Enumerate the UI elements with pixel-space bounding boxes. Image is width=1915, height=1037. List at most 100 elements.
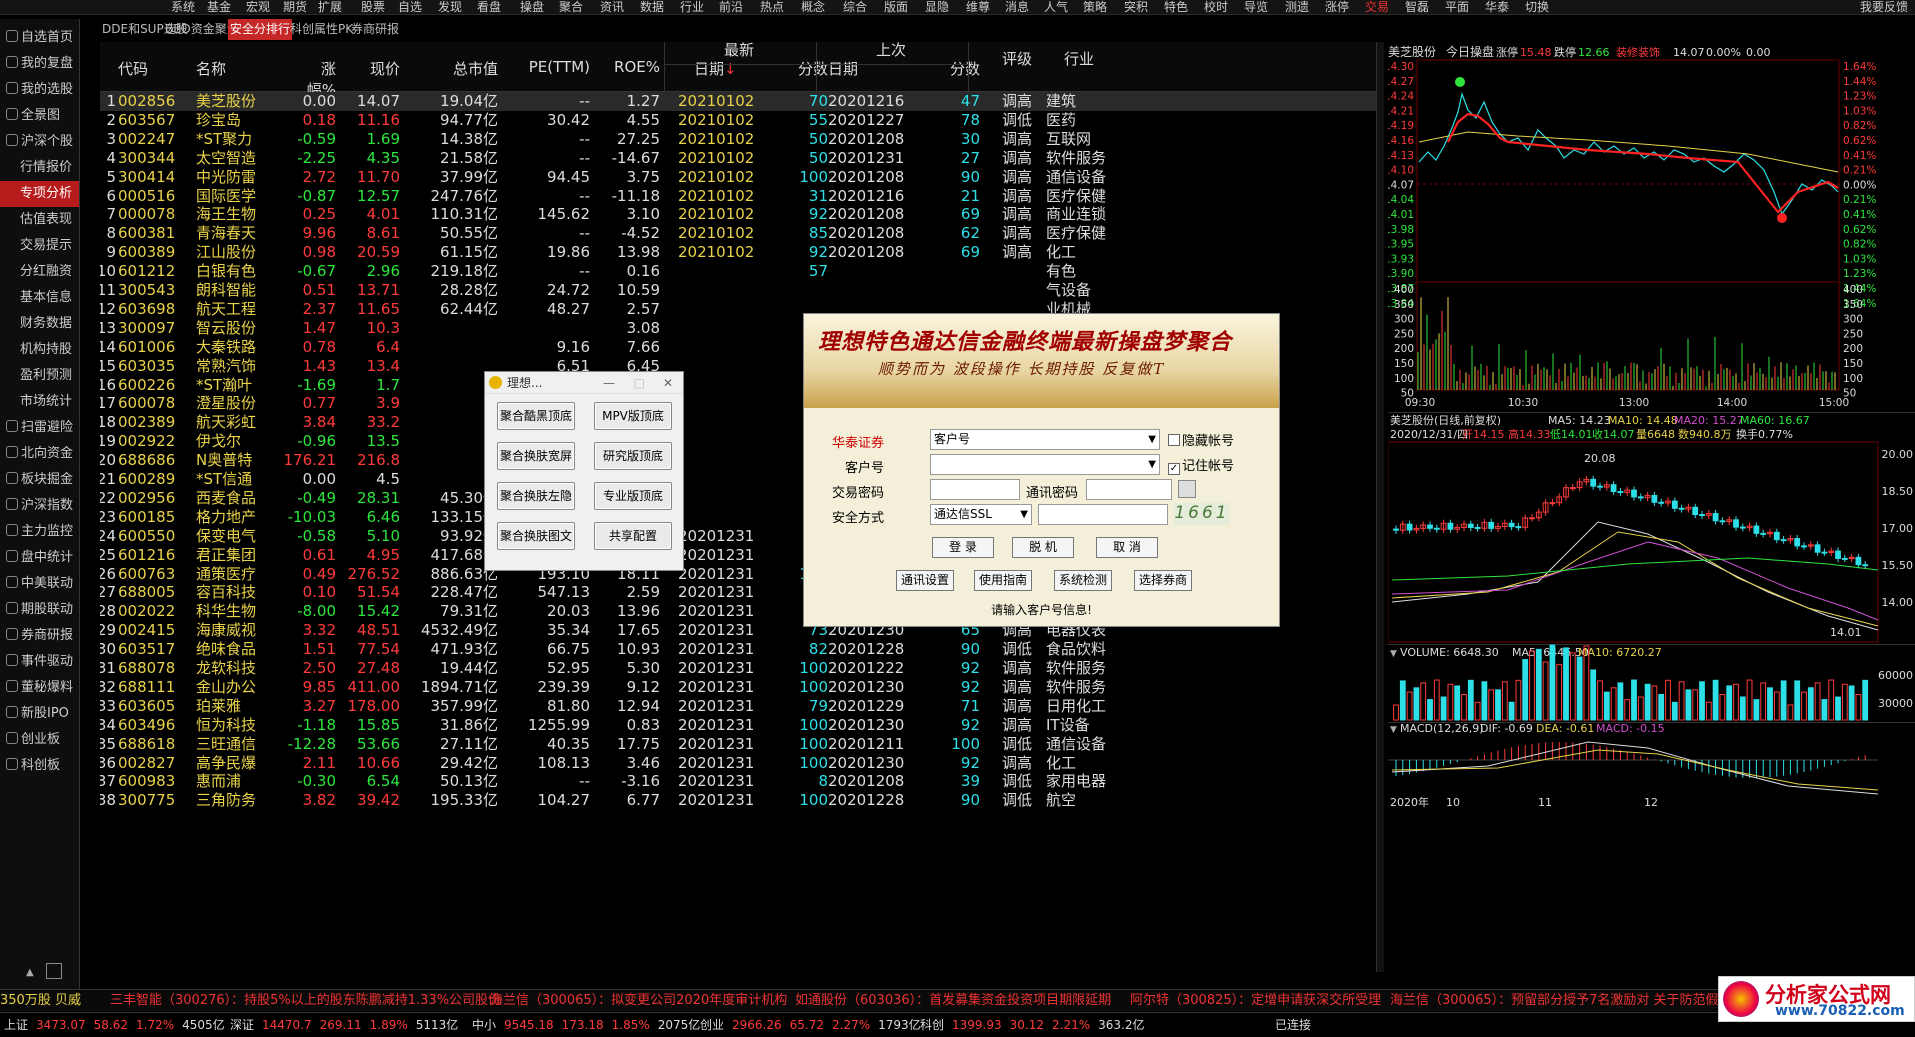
sidebar-item[interactable]: 全景图: [0, 103, 79, 129]
menu-item[interactable]: 概念: [801, 0, 825, 14]
popup-button[interactable]: 共享配置: [594, 522, 672, 550]
table-row[interactable]: 10 601212 白银有色 -0.67 2.96 219.18亿 -- 0.16 57 有色: [100, 262, 1376, 281]
menu-item[interactable]: 聚合: [559, 0, 583, 14]
sidebar-item[interactable]: 基本信息: [0, 285, 79, 311]
menu-item[interactable]: 测遗: [1285, 0, 1309, 14]
menu-item[interactable]: 基金: [207, 0, 231, 14]
col-industry[interactable]: 行业: [1064, 48, 1094, 69]
sidebar-item[interactable]: 创业板: [0, 727, 79, 753]
scrollbar[interactable]: [1376, 42, 1384, 972]
tab[interactable]: 安全分排行: [228, 19, 293, 40]
feedback-link[interactable]: 我要反馈: [1860, 0, 1908, 14]
menu-item[interactable]: 系统: [171, 0, 195, 14]
menu-item[interactable]: 消息: [1005, 0, 1029, 14]
index-summary[interactable]: 科创 1399.93 30.12 2.21% 363.2亿: [920, 1013, 1152, 1037]
table-row[interactable]: 36 002827 高争民爆 2.11 10.66 29.42亿 108.13 3.46 202…: [100, 754, 1376, 773]
menu-item[interactable]: 发现: [438, 0, 462, 14]
col-latest-score[interactable]: 分数: [788, 58, 828, 79]
popup-button[interactable]: 聚合换肤图文: [497, 522, 575, 550]
sidebar-item[interactable]: 估值表现: [0, 207, 79, 233]
table-row[interactable]: 37 600983 惠而浦 -0.30 6.54 50.13亿 -- -3.16 2020123…: [100, 772, 1376, 791]
menu-item[interactable]: 数据: [640, 0, 664, 14]
col-code[interactable]: 代码: [118, 58, 148, 79]
col-rating[interactable]: 评级: [1002, 48, 1032, 69]
menu-item[interactable]: 热点: [760, 0, 784, 14]
table-row[interactable]: 11 300543 朗科智能 0.51 13.71 28.28亿 24.72 10.59 气设备: [100, 281, 1376, 300]
table-row[interactable]: 6 000516 国际医学 -0.87 12.57 247.76亿 -- -11.18 2021…: [100, 187, 1376, 206]
col-name[interactable]: 名称: [196, 58, 226, 79]
cancel-button[interactable]: 取 消: [1096, 537, 1158, 558]
menu-item[interactable]: 交易: [1365, 0, 1389, 14]
index-summary[interactable]: 上证 3473.07 58.62 1.72% 4505亿: [4, 1013, 233, 1037]
popup-button[interactable]: 聚合换肤宽屏: [497, 442, 575, 470]
menu-item[interactable]: 特色: [1164, 0, 1188, 14]
menu-item[interactable]: 版面: [884, 0, 908, 14]
sidebar-item[interactable]: 事件驱动: [0, 649, 79, 675]
tab[interactable]: 科创属性PK: [288, 19, 355, 40]
sidebar-item[interactable]: 北向资金: [0, 441, 79, 467]
sidebar-item[interactable]: 董秘爆料: [0, 675, 79, 701]
news-item[interactable]: 三丰智能（300276）：持股5%以上的股东陈鹏减持1.33%公司股份: [110, 990, 501, 1011]
index-summary[interactable]: 中小 9545.18 173.18 1.85% 2075亿: [472, 1013, 708, 1037]
system-check-button[interactable]: 系统检测: [1054, 570, 1112, 591]
sidebar-item[interactable]: 我的选股: [0, 77, 79, 103]
menu-item[interactable]: 前沿: [719, 0, 743, 14]
menu-item[interactable]: 平面: [1445, 0, 1469, 14]
menu-item[interactable]: 显隐: [925, 0, 949, 14]
sidebar-item[interactable]: 自选首页: [0, 25, 79, 51]
table-row[interactable]: 32 688111 金山办公 9.85 411.00 1894.71亿 239.39 9.12…: [100, 678, 1376, 697]
table-row[interactable]: 9 600389 江山股份 0.98 20.59 61.15亿 19.86 13.98 2021…: [100, 243, 1376, 262]
guide-button[interactable]: 使用指南: [974, 570, 1032, 591]
col-prev-score[interactable]: 分数: [940, 58, 980, 79]
table-row[interactable]: 34 603496 恒为科技 -1.18 15.85 31.86亿 1255.99 0.83 2…: [100, 716, 1376, 735]
select-broker-button[interactable]: 选择券商: [1134, 570, 1192, 591]
menu-item[interactable]: 操盘: [520, 0, 544, 14]
col-roe[interactable]: ROE%: [610, 58, 660, 76]
sidebar-item[interactable]: 新股IPO: [0, 701, 79, 727]
sidebar-item[interactable]: 市场统计: [0, 389, 79, 415]
account-input[interactable]: ▼: [930, 454, 1160, 475]
menu-item[interactable]: 看盘: [477, 0, 501, 14]
broker-select[interactable]: 客户号 ▼: [930, 429, 1160, 450]
comm-password-input[interactable]: [1086, 479, 1172, 500]
col-pe[interactable]: PE(TTM): [520, 58, 590, 76]
sidebar-item[interactable]: 行情报价: [0, 155, 79, 181]
sidebar-item[interactable]: 交易提示: [0, 233, 79, 259]
table-row[interactable]: 3 002247 *ST聚力 -0.59 1.69 14.38亿 -- 27.25 202101…: [100, 130, 1376, 149]
sidebar-item[interactable]: 扫雷避险: [0, 415, 79, 441]
sidebar-item[interactable]: 科创板: [0, 753, 79, 779]
menu-item[interactable]: 综合: [843, 0, 867, 14]
login-button[interactable]: 登 录: [932, 537, 994, 558]
table-row[interactable]: 5 300414 中光防雷 2.72 11.70 37.99亿 94.45 3.75 20210…: [100, 168, 1376, 187]
remember-account-checkbox[interactable]: ✓ 记住帐号: [1168, 455, 1234, 475]
col-latest-date[interactable]: 日期↓: [694, 58, 737, 79]
menu-item[interactable]: 涨停: [1325, 0, 1349, 14]
trade-password-input[interactable]: [930, 479, 1020, 500]
menu-item[interactable]: 切换: [1525, 0, 1549, 14]
sidebar-item[interactable]: 财务数据: [0, 311, 79, 337]
sidebar-item[interactable]: 中美联动: [0, 571, 79, 597]
menu-item[interactable]: 期货: [283, 0, 307, 14]
menu-item[interactable]: 维尊: [966, 0, 990, 14]
comm-settings-button[interactable]: 通讯设置: [896, 570, 954, 591]
table-row[interactable]: 38 300775 三角防务 3.82 39.42 195.33亿 104.27 6.77 20…: [100, 791, 1376, 810]
table-row[interactable]: 33 603605 珀莱雅 3.27 178.00 357.99亿 81.80 12.94 20…: [100, 697, 1376, 716]
table-row[interactable]: 7 000078 海王生物 0.25 4.01 110.31亿 145.62 3.10 2021…: [100, 205, 1376, 224]
security-select[interactable]: 通达信SSL ▼: [930, 504, 1032, 525]
sidebar-item[interactable]: 期股联动: [0, 597, 79, 623]
keyboard-icon[interactable]: [1178, 480, 1196, 498]
sidebar-item[interactable]: 机构持股: [0, 337, 79, 363]
news-item[interactable]: 阿尔特（300825）：定增申请获深交所受理: [1130, 990, 1381, 1011]
table-row[interactable]: 8 600381 青海春天 9.96 8.61 50.55亿 -- -4.52 20210102…: [100, 224, 1376, 243]
tab[interactable]: 券商研报: [349, 19, 401, 40]
captcha-input[interactable]: [1038, 504, 1168, 525]
offline-button[interactable]: 脱 机: [1012, 537, 1074, 558]
news-item[interactable]: 海兰信（300065）：预留部分授予7名激励对 关于防范假冒: [1390, 990, 1732, 1011]
news-item[interactable]: 海兰信（300065）：拟变更公司2020年度审计机构: [490, 990, 787, 1011]
menu-item[interactable]: 股票: [361, 0, 385, 14]
popup-button[interactable]: 聚合酷黑顶底: [497, 402, 575, 430]
sidebar-item[interactable]: 券商研报: [0, 623, 79, 649]
sidebar-item[interactable]: 沪深个股: [0, 129, 79, 155]
menu-item[interactable]: 策略: [1083, 0, 1107, 14]
menu-item[interactable]: 自选: [398, 0, 422, 14]
